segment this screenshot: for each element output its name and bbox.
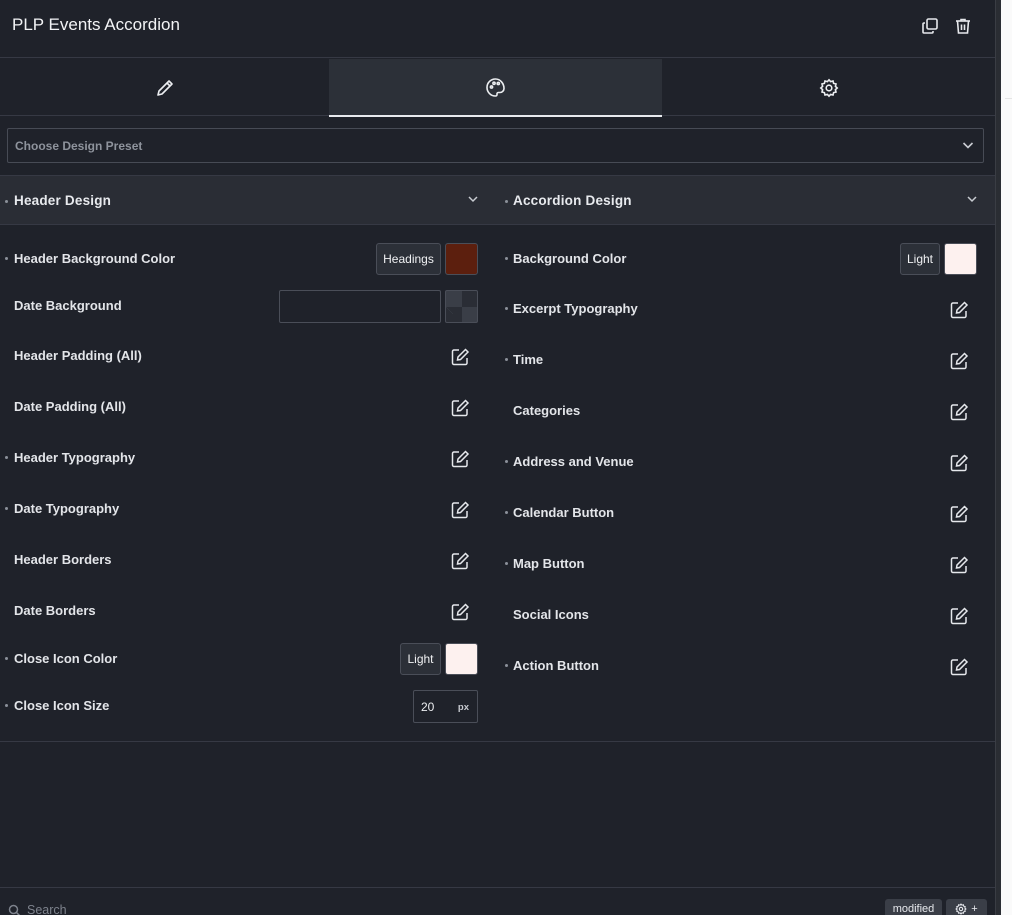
modified-filter-button[interactable]: modified (885, 899, 942, 915)
modified-dot (505, 257, 508, 260)
modified-dot (505, 358, 508, 361)
design-preset-select[interactable]: Choose Design Preset (7, 128, 984, 163)
edit-icon[interactable] (949, 351, 969, 371)
action-button-label: Action Button (513, 658, 599, 673)
close-icon-color-label: Close Icon Color (14, 651, 118, 666)
duplicate-icon (922, 18, 938, 34)
section-divider (0, 741, 995, 742)
add-label: + (971, 903, 978, 915)
color-swatch[interactable] (445, 243, 478, 275)
edit-icon[interactable] (450, 602, 470, 622)
modified-dot (5, 456, 8, 459)
modified-dot (505, 562, 508, 565)
edit-icon[interactable] (450, 500, 470, 520)
date-padding-label: Date Padding (All) (14, 399, 126, 414)
tab-advanced[interactable] (662, 59, 995, 116)
trash-icon (956, 18, 970, 34)
footer-divider (0, 887, 995, 888)
modified-dot (505, 664, 508, 667)
modified-dot (5, 657, 8, 660)
excerpt-typography-label: Excerpt Typography (513, 301, 638, 316)
header-padding-label: Header Padding (All) (14, 348, 142, 363)
edit-icon[interactable] (949, 402, 969, 422)
tab-content[interactable] (0, 59, 329, 116)
palette-icon (486, 78, 505, 97)
date-typography-label: Date Typography (14, 501, 120, 516)
chevron-down-icon[interactable] (966, 193, 978, 205)
header-borders-label: Header Borders (14, 552, 112, 567)
bg-color-label: Background Color (513, 251, 627, 266)
section-headers: Header Design Accordion Design (0, 175, 995, 225)
chevron-down-icon (962, 142, 974, 149)
edit-icon[interactable] (949, 555, 969, 575)
edit-icon[interactable] (949, 300, 969, 320)
global-color-button[interactable]: Light (900, 243, 940, 275)
modified-dot (505, 307, 508, 310)
section-accordion-design[interactable]: Accordion Design (513, 193, 632, 208)
pencil-icon (156, 79, 173, 96)
unit-label[interactable]: px (458, 702, 469, 713)
modified-dot (5, 257, 8, 260)
global-color-button[interactable]: Headings (376, 243, 441, 275)
close-icon-size-value: 20 (421, 700, 435, 714)
panel-header: PLP Events Accordion (0, 0, 995, 58)
edit-icon[interactable] (450, 398, 470, 418)
edit-icon[interactable] (450, 449, 470, 469)
calendar-button-label: Calendar Button (513, 505, 615, 520)
edit-icon[interactable] (949, 453, 969, 473)
modified-dot (5, 507, 8, 510)
edit-icon[interactable] (949, 657, 969, 677)
date-bg-input[interactable] (279, 290, 441, 323)
duplicate-button[interactable] (918, 14, 942, 38)
global-color-button[interactable]: Light (400, 643, 441, 675)
social-icons-label: Social Icons (513, 607, 589, 622)
page-title: PLP Events Accordion (12, 15, 180, 34)
edit-icon[interactable] (949, 606, 969, 626)
close-icon-size-input[interactable]: 20 px (413, 690, 478, 723)
design-preset-label: Choose Design Preset (15, 139, 143, 153)
search-icon (8, 904, 21, 915)
color-swatch[interactable] (944, 243, 977, 275)
close-icon-size-label: Close Icon Size (14, 698, 110, 713)
modified-dot (505, 511, 508, 514)
edit-icon[interactable] (450, 551, 470, 571)
canvas-edge (1001, 0, 1012, 915)
time-label: Time (513, 352, 544, 367)
edit-icon[interactable] (450, 347, 470, 367)
gear-icon (955, 903, 968, 915)
categories-label: Categories (513, 403, 581, 418)
edit-icon[interactable] (949, 504, 969, 524)
modified-dot (505, 460, 508, 463)
tab-style[interactable] (329, 59, 662, 117)
modified-dot (5, 200, 8, 203)
color-picker-swatch[interactable] (445, 290, 478, 323)
modified-dot (5, 704, 8, 707)
gear-icon (819, 78, 838, 97)
settings-add-button[interactable]: + (946, 899, 987, 915)
date-bg-label: Date Background (14, 298, 122, 313)
date-borders-label: Date Borders (14, 603, 96, 618)
search-placeholder: Search (27, 903, 67, 915)
color-swatch[interactable] (445, 643, 478, 675)
map-button-label: Map Button (513, 556, 585, 571)
panel-tabs (0, 59, 995, 117)
delete-button[interactable] (951, 14, 975, 38)
settings-panel: PLP Events Accordion Choose Design Prese… (0, 0, 995, 915)
section-header-design[interactable]: Header Design (14, 193, 111, 208)
address-venue-label: Address and Venue (513, 454, 634, 469)
chevron-down-icon[interactable] (467, 193, 479, 205)
divider-line (1005, 98, 1012, 99)
header-typography-label: Header Typography (14, 450, 136, 465)
modified-dot (505, 200, 508, 203)
footer-search[interactable]: Search (8, 903, 67, 915)
header-bg-color-label: Header Background Color (14, 251, 176, 266)
